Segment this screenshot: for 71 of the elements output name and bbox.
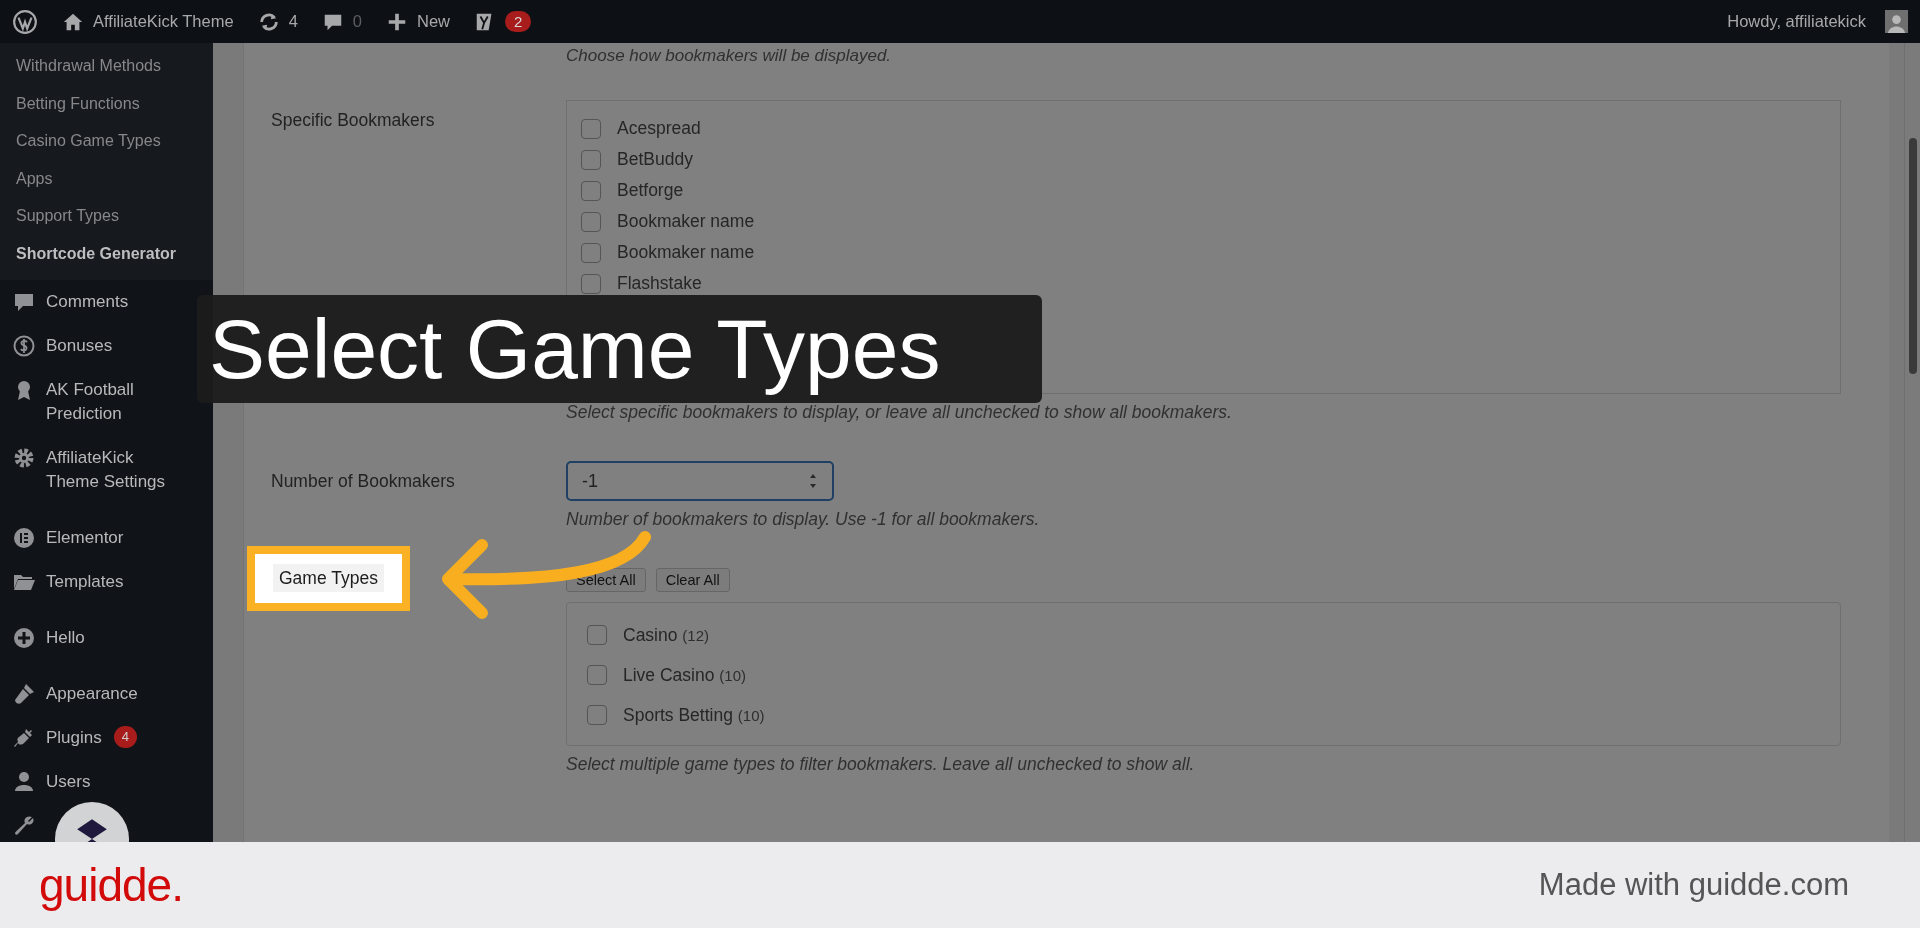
list-button[interactable]: Clear All: [655, 568, 730, 592]
step-caption-tooltip: Select Game Types: [197, 295, 1042, 403]
seo-link[interactable]: 2: [474, 10, 532, 33]
checkbox[interactable]: [581, 180, 601, 201]
menu-label: Templates: [46, 571, 124, 593]
menu-item[interactable]: Elementor: [0, 516, 213, 560]
site-name-link[interactable]: AffiliateKick Theme: [62, 10, 234, 33]
checkbox[interactable]: [587, 625, 607, 645]
brush-icon: [12, 682, 36, 706]
avatar-icon: [1885, 10, 1908, 33]
checkbox[interactable]: [581, 273, 601, 294]
checkbox-option[interactable]: Bookmaker name: [581, 206, 1826, 237]
gear-icon: [12, 446, 36, 470]
help-text: Select multiple game types to filter bookmakers. Leave all unchecked to show all.: [566, 754, 1196, 775]
submenu-item[interactable]: Apps: [0, 159, 213, 197]
new-link[interactable]: New: [386, 10, 450, 33]
field-label: Specific Bookmakers: [271, 110, 435, 131]
updates-link[interactable]: 4: [257, 10, 298, 33]
wrench-icon[interactable]: [12, 814, 36, 838]
menu-label: Plugins: [46, 727, 102, 749]
scrollbar[interactable]: [1904, 43, 1920, 842]
checkbox-option[interactable]: Casino (12): [587, 615, 1820, 655]
user-icon: [12, 770, 36, 794]
wordpress-logo-icon[interactable]: [12, 8, 38, 35]
menu-label: Hello: [46, 627, 85, 649]
help-text: Choose how bookmakers will be displayed.: [566, 45, 893, 66]
checkbox-option[interactable]: Sports Betting (10): [587, 695, 1820, 735]
menu-label: Users: [46, 771, 91, 793]
field-label: Number of Bookmakers: [271, 471, 455, 492]
checkbox-option[interactable]: BetBuddy: [581, 144, 1826, 175]
comments-link[interactable]: 0: [321, 10, 362, 33]
help-text: Number of bookmakers to display. Use -1 for all bookmakers.: [566, 509, 1041, 530]
menu-item[interactable]: Appearance: [0, 672, 213, 716]
field-label: Game Types: [247, 546, 410, 611]
checkbox[interactable]: [581, 211, 601, 232]
dollar-icon: [12, 334, 36, 358]
checkbox-option[interactable]: Live Casino (10): [587, 655, 1820, 695]
menu-item[interactable]: AffiliateKick Theme Settings: [0, 436, 213, 504]
count-badge: 4: [113, 726, 137, 748]
help-text: Select specific bookmakers to display, or leave all unchecked to show all bookmakers.: [566, 402, 1233, 423]
checkbox-option[interactable]: Bookmaker name: [581, 237, 1826, 268]
notification-badge: 2: [505, 11, 532, 32]
menu-label: AK Football Prediction: [46, 379, 135, 425]
menu-label: Comments: [46, 291, 129, 313]
checkbox-option[interactable]: Acespread: [581, 113, 1826, 144]
menu-item[interactable]: Hello: [0, 616, 213, 660]
submenu-item[interactable]: Betting Functions: [0, 84, 213, 122]
checkbox[interactable]: [581, 118, 601, 139]
menu-item[interactable]: Users: [0, 760, 213, 804]
checkbox-option[interactable]: Betforge: [581, 175, 1826, 206]
submenu-item[interactable]: Casino Game Types: [0, 122, 213, 160]
refresh-icon: [257, 10, 280, 33]
checkbox[interactable]: [587, 665, 607, 685]
account-link[interactable]: Howdy, affiliatekick: [1727, 10, 1908, 33]
submenu-item[interactable]: Support Types: [0, 197, 213, 235]
plus-icon: [12, 626, 36, 650]
checkbox[interactable]: [581, 149, 601, 170]
menu-label: Elementor: [46, 527, 124, 549]
brand-logo: guidde.: [39, 858, 183, 912]
checkbox[interactable]: [587, 705, 607, 725]
menu-label: Appearance: [46, 683, 138, 705]
number-field[interactable]: -1: [566, 461, 834, 501]
submenu-item[interactable]: Shortcode Generator: [0, 234, 213, 272]
submenu-item[interactable]: Withdrawal Methods: [0, 47, 213, 85]
menu-item[interactable]: Plugins 4: [0, 716, 213, 760]
elementor-icon: [12, 526, 36, 550]
menu-label: Bonuses: [46, 335, 113, 357]
credit-text: Made with guidde.com: [1538, 867, 1849, 903]
menu-item[interactable]: Templates: [0, 560, 213, 604]
menu-label: AffiliateKick Theme Settings: [46, 447, 167, 493]
checkbox[interactable]: [581, 242, 601, 263]
